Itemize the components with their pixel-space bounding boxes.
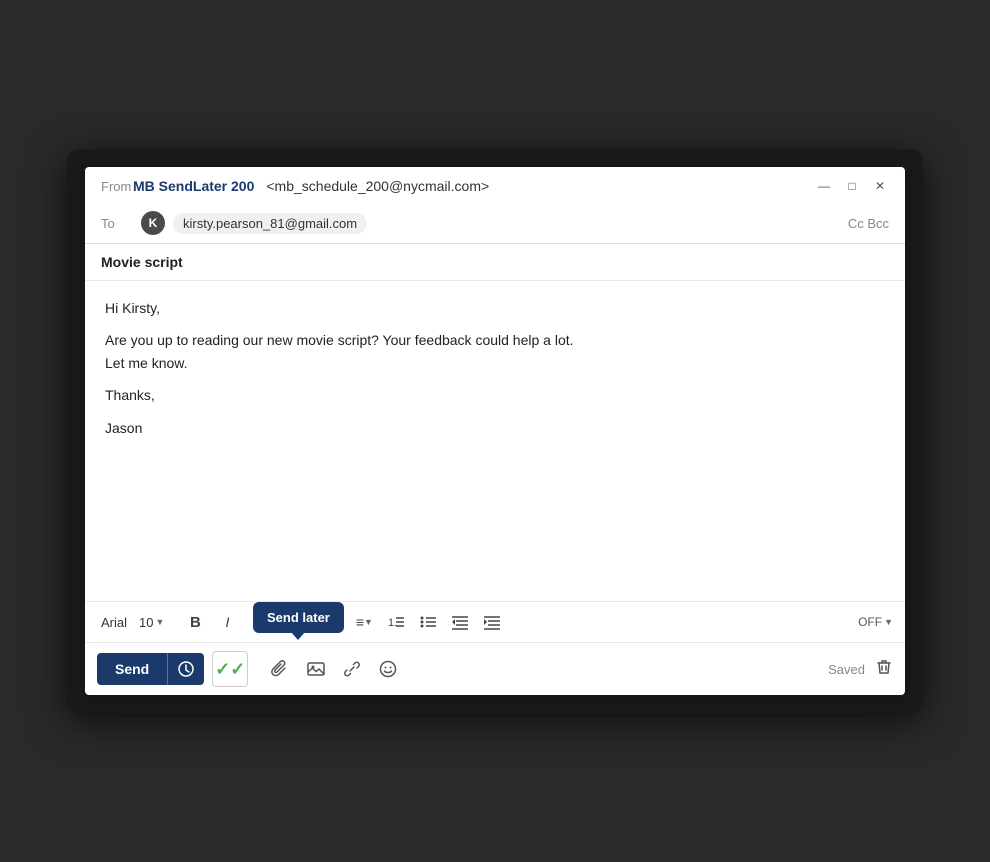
svg-text:1.: 1. (388, 617, 397, 629)
outdent-icon (484, 614, 500, 630)
attach-button[interactable] (264, 653, 296, 685)
close-button[interactable]: ✕ (871, 177, 889, 195)
link-button[interactable] (336, 653, 368, 685)
maximize-button[interactable]: □ (843, 177, 861, 195)
check-icon: ✓✓ (215, 659, 245, 680)
trash-icon (875, 658, 893, 676)
body-greeting: Hi Kirsty, (105, 297, 885, 319)
body-signature: Jason (105, 417, 885, 439)
from-email: <mb_schedule_200@nycmail.com> (266, 178, 489, 194)
email-compose-window: From MB SendLater 200 <mb_schedule_200@n… (85, 167, 905, 695)
link-icon (343, 660, 361, 678)
bold-button[interactable]: B (181, 608, 209, 636)
unordered-list-button[interactable] (414, 608, 442, 636)
bottom-bar: Send later Send ✓✓ (85, 642, 905, 695)
font-family-select[interactable]: Arial (97, 613, 131, 632)
send-later-button[interactable] (167, 653, 204, 685)
body-paragraph1: Are you up to reading our new movie scri… (105, 329, 885, 374)
send-button[interactable]: Send (97, 653, 167, 685)
outdent-button[interactable] (478, 608, 506, 636)
from-label: From (101, 179, 133, 194)
email-body[interactable]: Hi Kirsty, Are you up to reading our new… (85, 281, 905, 601)
to-label: To (101, 216, 133, 231)
to-row: To K kirsty.pearson_81@gmail.com Cc Bcc (101, 203, 889, 243)
unordered-list-icon (420, 614, 436, 630)
subject-field[interactable]: Movie script (85, 244, 905, 281)
send-later-tooltip: Send later (253, 602, 344, 633)
align-chevron: ▼ (364, 617, 373, 627)
avatar: K (141, 211, 165, 235)
off-badge: OFF ▼ (858, 615, 893, 629)
off-chevron: ▼ (884, 617, 893, 627)
ordered-list-icon: 1. (388, 614, 404, 630)
saved-label: Saved (828, 662, 865, 677)
cc-bcc-button[interactable]: Cc Bcc (848, 216, 889, 231)
minimize-button[interactable]: — (815, 177, 833, 195)
to-email-chip[interactable]: kirsty.pearson_81@gmail.com (173, 213, 367, 234)
from-name: MB SendLater 200 (133, 178, 254, 194)
send-button-group: Send (97, 653, 204, 685)
clock-icon (178, 661, 194, 677)
font-size-chevron: ▼ (155, 617, 164, 627)
italic-button[interactable]: I (213, 608, 241, 636)
bottom-icons (264, 653, 404, 685)
align-button[interactable]: ≡ ▼ (350, 608, 378, 636)
saved-area: Saved (828, 658, 893, 681)
title-bar: From MB SendLater 200 <mb_schedule_200@n… (85, 167, 905, 203)
formatting-toolbar: Arial 10 ▼ B I U A ▼ A ▼ ≡ ▼ (85, 601, 905, 642)
delete-button[interactable] (875, 658, 893, 681)
ordered-list-button[interactable]: 1. (382, 608, 410, 636)
emoji-button[interactable] (372, 653, 404, 685)
indent-button[interactable] (446, 608, 474, 636)
font-size-select[interactable]: 10 ▼ (135, 613, 168, 632)
attach-icon (271, 660, 289, 678)
window-controls: — □ ✕ (815, 177, 889, 195)
indent-icon (452, 614, 468, 630)
body-thanks: Thanks, (105, 384, 885, 406)
image-icon (307, 660, 325, 678)
emoji-icon (379, 660, 397, 678)
to-section: To K kirsty.pearson_81@gmail.com Cc Bcc (85, 203, 905, 244)
image-button[interactable] (300, 653, 332, 685)
check-button[interactable]: ✓✓ (212, 651, 248, 687)
